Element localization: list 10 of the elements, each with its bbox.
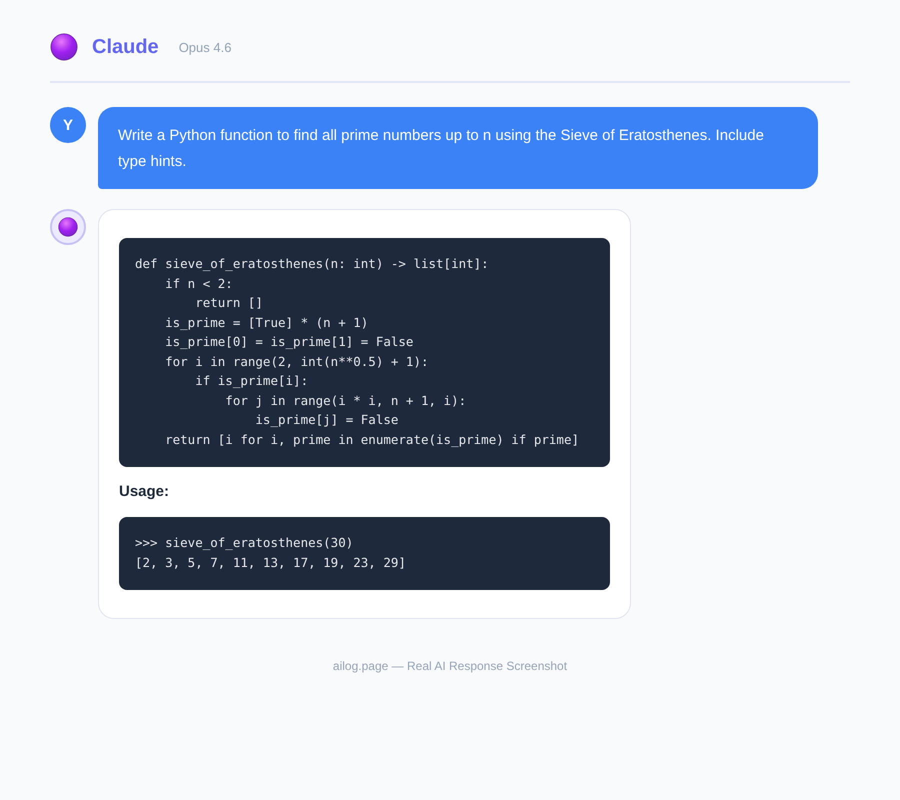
sphere-icon [58, 217, 78, 237]
user-message: Write a Python function to find all prime numbers up to n using the Sieve of Eratosthenes. Include type hints. [98, 107, 818, 189]
usage-heading: Usage: [119, 483, 170, 500]
logo-icon [50, 33, 78, 61]
app-title: Claude [92, 36, 159, 58]
footer-text: ailog.page — Real AI Response Screenshot [332, 659, 568, 673]
user-avatar: Y [50, 107, 86, 143]
model-name: Opus 4.6 [178, 40, 232, 54]
code-block: >>> sieve_of_eratosthenes(30) [2, 3, 5, 7, 11, 13, 17, 19, 23, 29] [119, 517, 610, 590]
code-block: def sieve_of_eratosthenes(n: int) -> list[int]: if n < 2: return [] is_prime = [True] * (n + 1) is_prime[0] = is_prime[1] = False for i in range(2, int(n**0.5) + 1): if is_prime[i]: for j in range(i * i, n + 1, i): is_prime[j] = False return [i for i, prime in enumerate(is_prime) if prime] [119, 238, 610, 467]
